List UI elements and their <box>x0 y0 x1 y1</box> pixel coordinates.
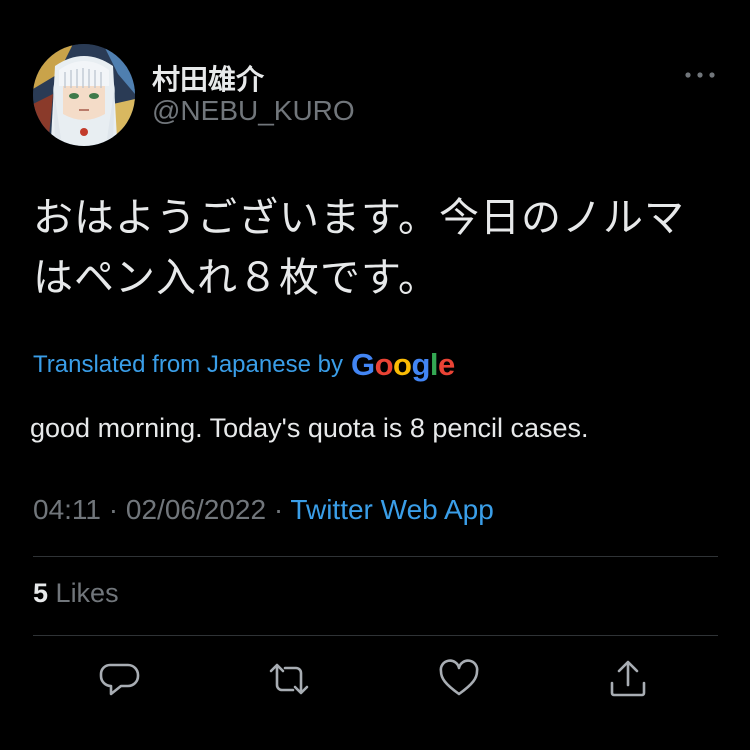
tweet-source-link[interactable]: Twitter Web App <box>290 494 493 525</box>
google-logo-letter: l <box>429 347 439 382</box>
translation-attribution[interactable]: Translated from Japanese by Google <box>33 343 455 387</box>
divider <box>33 635 718 636</box>
google-logo-letter: o <box>393 347 412 382</box>
meta-separator: · <box>108 494 119 525</box>
reply-icon <box>99 663 140 696</box>
google-logo-letter: g <box>411 347 430 382</box>
tweet-text: おはようございます。今日のノルマはペン入れ８枚です。 <box>33 195 685 301</box>
google-logo-letter: G <box>350 347 375 382</box>
translated-text: good morning. Today's quota is 8 pencil … <box>30 413 589 443</box>
author-display-name[interactable]: 村田雄介 <box>152 58 264 98</box>
translated-label: Translated from Japanese by <box>33 351 343 378</box>
retweet-button[interactable] <box>267 657 311 701</box>
google-logo-letter: e <box>438 347 455 382</box>
tweet-time[interactable]: 04:11 <box>33 494 101 525</box>
tweet-meta: 04:11 · 02/06/2022 · Twitter Web App <box>33 494 494 526</box>
heart-icon <box>439 659 479 696</box>
divider <box>33 556 718 557</box>
author-handle[interactable]: @NEBU_KURO <box>152 95 355 127</box>
avatar-image <box>33 44 135 146</box>
meta-separator: · <box>273 494 284 525</box>
more-dots-icon <box>685 72 715 78</box>
reply-button[interactable] <box>97 657 141 701</box>
more-options-button[interactable] <box>680 62 720 88</box>
retweet-icon <box>269 663 309 695</box>
like-button[interactable] <box>437 657 481 701</box>
share-icon <box>610 660 646 697</box>
google-logo-letter: o <box>374 347 394 382</box>
tweet-date[interactable]: 02/06/2022 <box>126 494 266 525</box>
likes-label: Likes <box>55 578 119 608</box>
likes-count: 5 <box>33 578 49 608</box>
share-button[interactable] <box>606 657 650 701</box>
likes-stat[interactable]: 5 Likes <box>33 578 119 609</box>
avatar[interactable] <box>33 44 135 146</box>
google-logo: Google <box>351 347 455 383</box>
